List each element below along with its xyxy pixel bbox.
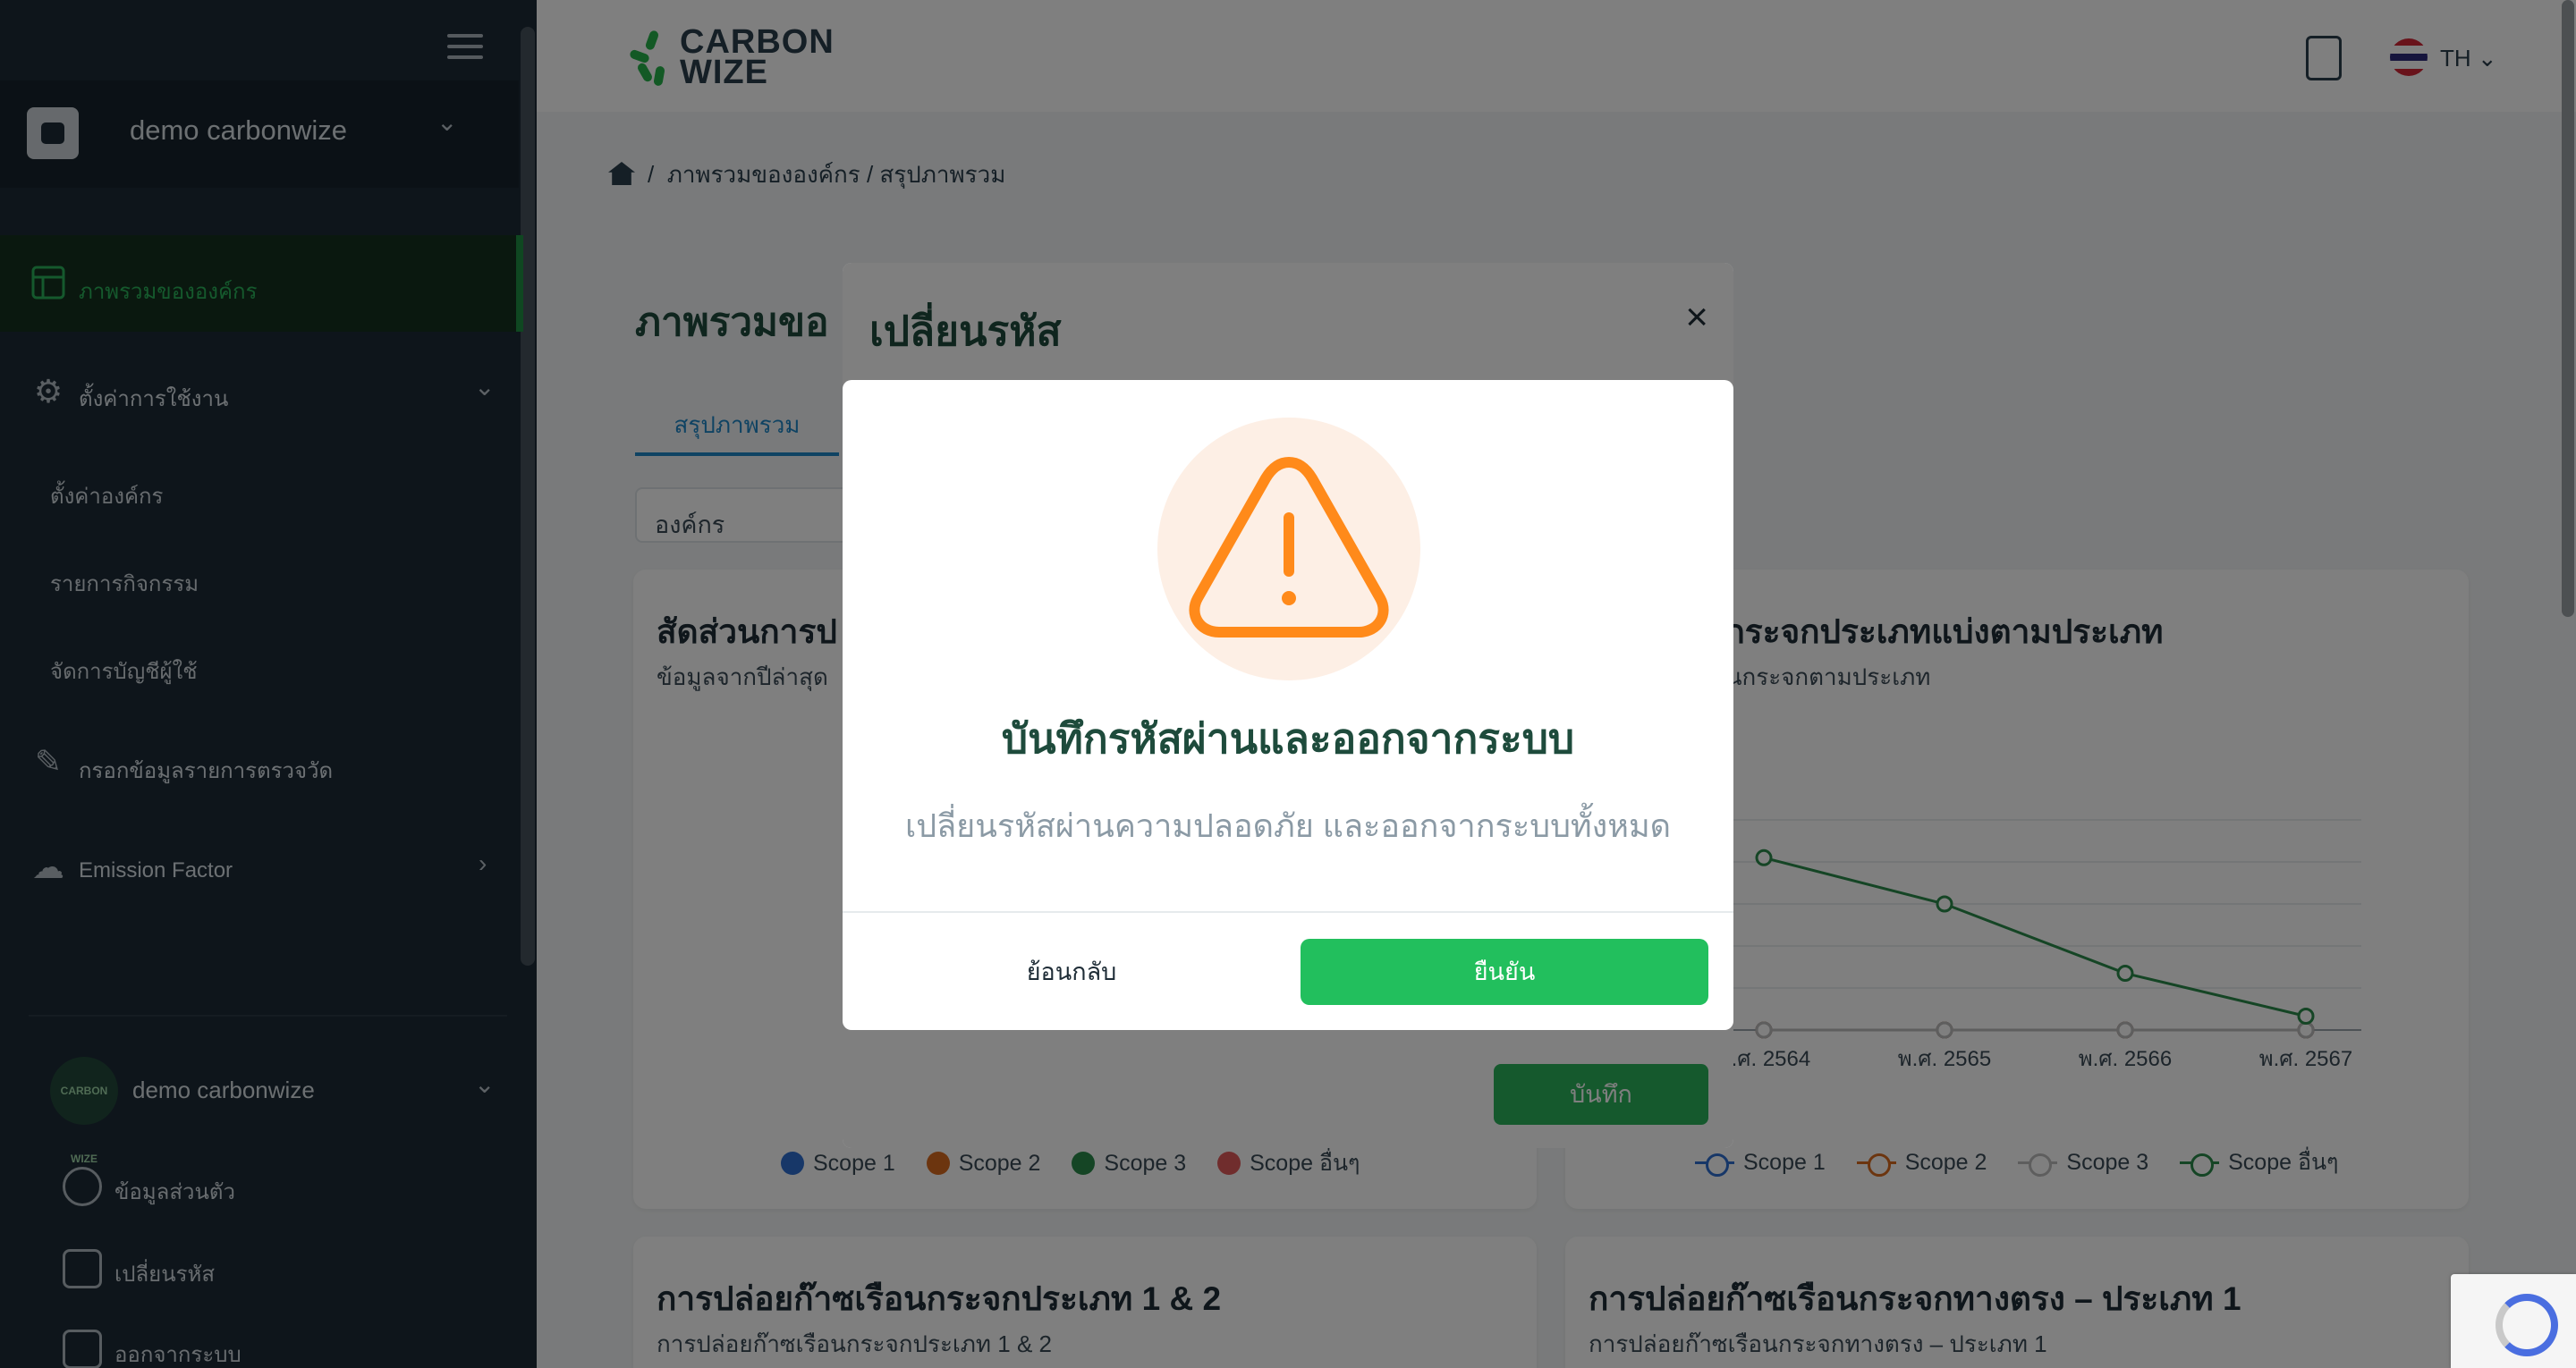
dialog-divider [843, 911, 1733, 913]
dialog-title: บันทึกรหัสผ่านและออกจากระบบ [1001, 715, 1575, 762]
confirm-logout-dialog: บันทึกรหัสผ่านและออกจากระบบ เปลี่ยนรหัสผ… [843, 380, 1733, 1030]
dialog-message: เปลี่ยนรหัสผ่านความปลอดภัย และออกจากระบบ… [904, 807, 1672, 844]
back-button[interactable]: ย้อนกลับ [843, 939, 1301, 1005]
recaptcha-badge[interactable] [2451, 1274, 2576, 1368]
warning-icon [1157, 418, 1420, 680]
confirm-button[interactable]: ยืนยัน [1301, 939, 1708, 1005]
